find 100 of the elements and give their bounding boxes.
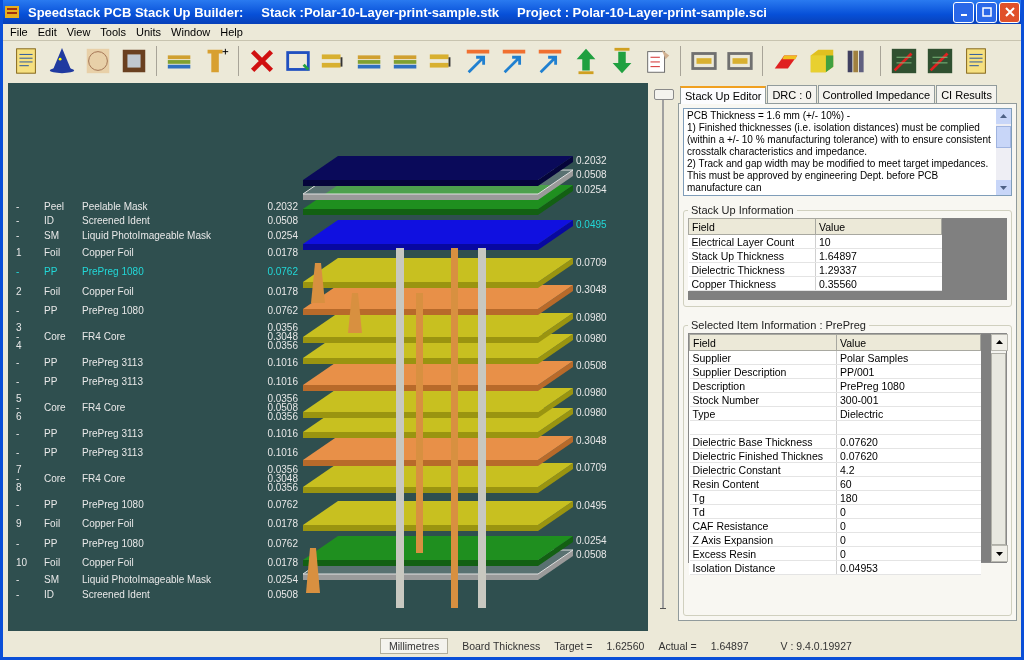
menu-item[interactable]: Units (131, 26, 167, 38)
layer-type[interactable]: Foil (44, 285, 82, 297)
table-cell: Dielectric Finished Thicknes (689, 448, 837, 463)
maximize-button[interactable] (976, 1, 997, 23)
table-cell: Stack Up Thickness (688, 248, 816, 263)
layer-number: - (16, 377, 21, 387)
version-text: V : 9.4.0.19927 (780, 640, 852, 652)
layer-type[interactable]: ID (44, 215, 82, 227)
layer-material[interactable]: PrePreg 1080 (82, 305, 268, 317)
layer-material[interactable]: FR4 Core (82, 473, 268, 484)
layer-material[interactable]: PrePreg 1080 (82, 498, 268, 510)
scrollbar[interactable] (991, 334, 1006, 562)
column-header[interactable]: Field (689, 334, 837, 351)
layer-type[interactable]: PP (44, 447, 82, 459)
layer-type[interactable]: Peel (44, 200, 82, 212)
layer-material[interactable]: Peelable Mask (82, 200, 268, 212)
column-header[interactable]: Value (815, 218, 942, 235)
layer-thickness: 0.0254 (267, 230, 298, 240)
layer-material[interactable]: PrePreg 3113 (82, 447, 268, 459)
layer-type[interactable]: Foil (44, 246, 82, 258)
layer-number: - (16, 230, 21, 240)
menu-item[interactable]: Window (166, 26, 216, 38)
table-cell: 180 (836, 490, 981, 505)
minimize-button[interactable] (953, 1, 974, 23)
menu-item[interactable]: Help (215, 26, 248, 38)
layer-material[interactable]: Copper Foil (82, 557, 268, 569)
layer-thickness: 0.1016 (267, 377, 298, 387)
column-header[interactable]: Field (688, 218, 816, 235)
layer-thickness: 0.0178 (267, 286, 298, 296)
layer-type[interactable]: PP (44, 305, 82, 317)
layer-thickness: 0.0508 (267, 403, 298, 412)
tab[interactable]: CI Results (936, 85, 997, 103)
layer-material[interactable]: PrePreg 3113 (82, 427, 268, 439)
layer-type[interactable]: PP (44, 376, 82, 388)
layer-type[interactable]: PP (44, 498, 82, 510)
layer-type[interactable]: PP (44, 427, 82, 439)
layer-material[interactable]: FR4 Core (82, 331, 268, 342)
units-indicator[interactable]: Millimetres (380, 638, 449, 654)
layer-material[interactable]: FR4 Core (82, 402, 268, 413)
scroll-up-icon[interactable] (991, 334, 1008, 351)
layer-type[interactable]: PP (44, 356, 82, 368)
menu-item[interactable]: View (61, 26, 96, 38)
table-cell: 300-001 (836, 392, 981, 407)
stack-file-title: Stack :Polar-10-Layer-print-sample.stk (261, 4, 499, 20)
project-file-title: Project : Polar-10-Layer-print-sample.sci (517, 4, 767, 20)
table-cell: Dielectric Constant (689, 462, 837, 477)
thickness-label: 0.0980 (576, 312, 607, 323)
layer-type[interactable]: Core (44, 473, 82, 484)
layer-thickness: 0.1016 (267, 428, 298, 438)
menu-item[interactable]: File (5, 26, 33, 38)
layer-material[interactable]: Liquid PhotoImageable Mask (82, 229, 268, 241)
layer-type[interactable]: Core (44, 331, 82, 342)
layer-number: 2 (16, 286, 23, 296)
layer-type[interactable]: Foil (44, 557, 82, 569)
thickness-label: 0.0980 (576, 333, 607, 344)
layer-type[interactable]: Core (44, 402, 82, 413)
layer-type[interactable]: PP (44, 266, 82, 278)
layer-material[interactable]: Copper Foil (82, 518, 268, 530)
table-cell: Tg (689, 490, 837, 505)
view-slider[interactable] (652, 89, 674, 609)
layer-material[interactable]: PrePreg 3113 (82, 356, 268, 368)
layer-thickness: 0.1016 (267, 357, 298, 367)
layer-number: - (16, 201, 21, 211)
scroll-down-icon[interactable] (991, 545, 1008, 562)
notes-field[interactable] (683, 108, 1012, 196)
layer-material[interactable]: Screened Ident (82, 215, 268, 227)
column-header[interactable]: Value (836, 334, 981, 351)
layer-thickness: 0.0356 (267, 394, 298, 403)
close-button[interactable] (999, 1, 1020, 23)
table-cell: CAF Resistance (689, 518, 837, 533)
layer-thickness: 0.0762 (267, 306, 298, 316)
layer-thickness: 0.0356 (267, 465, 298, 474)
slider-thumb[interactable] (654, 89, 674, 100)
layer-type[interactable]: Foil (44, 518, 82, 530)
table-cell: Description (689, 378, 837, 393)
table-cell: PrePreg 1080 (836, 378, 981, 393)
layer-type[interactable]: PP (44, 537, 82, 549)
layer-thickness: 0.0762 (267, 267, 298, 277)
tab[interactable]: Stack Up Editor (680, 86, 767, 104)
tab[interactable]: DRC : 0 (767, 85, 817, 103)
layer-material[interactable]: Copper Foil (82, 246, 268, 258)
layer-material[interactable]: PrePreg 1080 (82, 266, 268, 278)
thickness-label: 0.0508 (576, 169, 607, 180)
layer-material[interactable]: Screened Ident (82, 588, 268, 600)
menu-item[interactable]: Tools (95, 26, 132, 38)
layer-type[interactable]: ID (44, 588, 82, 600)
target-value: 1.62560 (606, 640, 645, 652)
table-cell: PP/001 (836, 364, 981, 379)
layer-type[interactable]: SM (44, 574, 82, 586)
minimize-icon (960, 14, 967, 16)
layer-type[interactable]: SM (44, 229, 82, 241)
layer-material[interactable]: Copper Foil (82, 285, 268, 297)
menu-item[interactable]: Edit (32, 26, 62, 38)
layer-material[interactable]: PrePreg 1080 (82, 537, 268, 549)
layer-material[interactable]: PrePreg 3113 (82, 376, 268, 388)
thickness-label: 0.0980 (576, 387, 607, 398)
layer-material[interactable]: Liquid PhotoImageable Mask (82, 574, 268, 586)
layer-number: 3 (16, 323, 23, 332)
tab[interactable]: Controlled Impedance (817, 85, 936, 103)
app-icon (4, 4, 20, 20)
